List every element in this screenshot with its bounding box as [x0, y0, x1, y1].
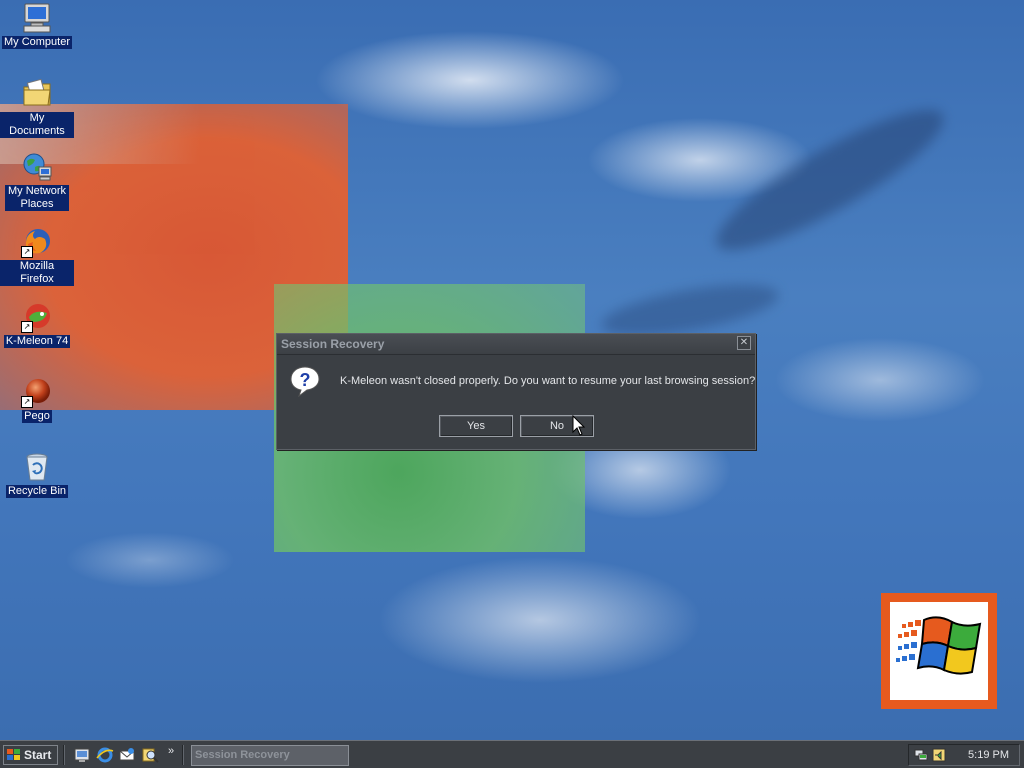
clock[interactable]: 5:19 PM — [968, 749, 1009, 761]
search-icon[interactable] — [141, 746, 159, 764]
quick-launch-more-button[interactable]: » — [168, 745, 174, 757]
outlook-express-icon[interactable] — [118, 746, 136, 764]
internet-explorer-icon[interactable] — [96, 746, 114, 764]
desktop: My Computer My Documents My Network Plac… — [0, 0, 1024, 740]
shortcut-arrow-icon: ↗ — [21, 396, 33, 408]
windows-logo — [881, 593, 997, 709]
dialog-title: Session Recovery — [281, 337, 385, 351]
desktop-icon-label: Mozilla Firefox — [0, 260, 74, 286]
kmeleon-icon: ↗ — [21, 301, 53, 333]
taskbar-separator — [182, 745, 184, 765]
desktop-icon-label: Pego — [22, 410, 52, 423]
desktop-icon-recycle-bin[interactable]: Recycle Bin — [0, 451, 74, 498]
windows-flag-icon — [7, 749, 20, 760]
question-icon: ? — [289, 365, 321, 398]
volume-tray-icon[interactable] — [932, 748, 946, 762]
network-tray-icon[interactable] — [914, 748, 928, 762]
dialog-message: K-Meleon wasn't closed properly. Do you … — [340, 375, 756, 387]
yes-button[interactable]: Yes — [439, 415, 513, 437]
taskbar-separator — [63, 745, 65, 765]
desktop-icon-label-line1: My Network — [7, 185, 67, 197]
desktop-icon-label: My Computer — [1, 36, 73, 49]
system-tray: 5:19 PM — [908, 744, 1020, 766]
desktop-icon-pego[interactable]: ↗ Pego — [0, 376, 74, 423]
documents-folder-icon — [21, 78, 53, 110]
dialog-close-button[interactable]: ✕ — [737, 336, 751, 350]
session-recovery-dialog: Session Recovery ✕ ? K-Meleon wasn't clo… — [276, 333, 756, 450]
mouse-cursor-icon — [572, 414, 586, 437]
desktop-icon-label: K-Meleon 74 — [3, 335, 71, 348]
shortcut-arrow-icon: ↗ — [21, 321, 33, 333]
desktop-icon-label-block: My Network Places — [5, 185, 69, 211]
desktop-icon-my-network-places[interactable]: My Network Places — [0, 151, 74, 211]
start-label: Start — [24, 748, 52, 762]
dialog-titlebar[interactable]: Session Recovery ✕ — [277, 334, 755, 355]
desktop-icon-my-documents[interactable]: My Documents — [0, 78, 74, 138]
computer-icon — [21, 2, 53, 34]
desktop-icon-my-computer[interactable]: My Computer — [0, 2, 74, 49]
pego-icon: ↗ — [21, 376, 53, 408]
windows-flag-icon — [896, 616, 982, 675]
firefox-icon: ↗ — [21, 226, 53, 258]
taskbar: Start » Session Recovery 5:19 PM — [0, 740, 1024, 768]
network-icon — [21, 151, 53, 183]
desktop-icon-label: Recycle Bin — [5, 485, 69, 498]
desktop-icon-label-line2: Places — [20, 198, 54, 210]
taskbar-button-session-recovery[interactable]: Session Recovery — [191, 745, 349, 766]
svg-text:?: ? — [300, 370, 311, 390]
desktop-icon-k-meleon[interactable]: ↗ K-Meleon 74 — [0, 301, 74, 348]
start-button[interactable]: Start — [3, 745, 58, 765]
recycle-bin-icon — [21, 451, 53, 483]
wallpaper-swimmer-shadow — [702, 89, 958, 271]
close-icon: ✕ — [739, 337, 749, 348]
desktop-icon-label: My Documents — [0, 112, 74, 138]
shortcut-arrow-icon: ↗ — [21, 246, 33, 258]
desktop-icon-mozilla-firefox[interactable]: ↗ Mozilla Firefox — [0, 226, 74, 286]
show-desktop-icon[interactable] — [73, 746, 91, 764]
